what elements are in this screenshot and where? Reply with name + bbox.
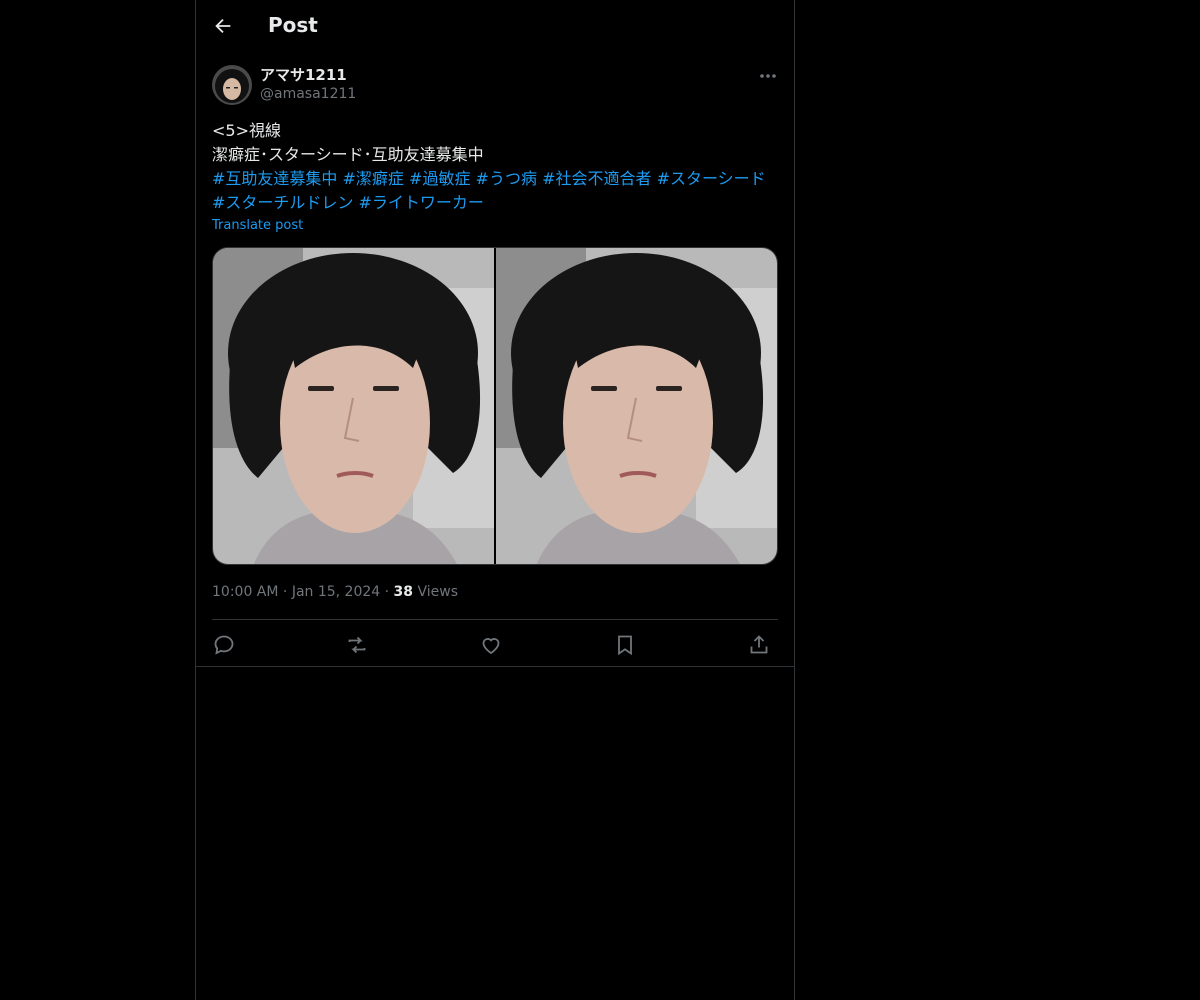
page-title: Post [268, 13, 318, 37]
hashtag-link[interactable]: #社会不適合者 [542, 169, 651, 188]
meta-separator: · [384, 584, 390, 600]
post-photo-1[interactable] [213, 248, 494, 565]
views-label: Views [417, 584, 459, 600]
avatar[interactable] [212, 65, 252, 105]
post-photo-2[interactable] [496, 248, 777, 565]
post-author: アマサ1211 @amasa1211 [212, 64, 778, 108]
post-column: Post アマサ1211 @amasa1211 <5>視線 潔癖症･スターシード… [195, 0, 795, 1000]
share-icon[interactable] [747, 633, 771, 657]
divider [212, 619, 778, 620]
divider [196, 666, 794, 667]
like-icon[interactable] [479, 633, 503, 657]
post-date[interactable]: Jan 15, 2024 [292, 584, 380, 600]
bookmark-icon[interactable] [613, 633, 637, 657]
hashtag-link[interactable]: #スターシード [657, 169, 766, 188]
hashtag-link[interactable]: #潔癖症 [343, 169, 404, 188]
translate-post-link[interactable]: Translate post [212, 218, 303, 233]
reply-icon[interactable] [212, 633, 236, 657]
post-text: <5>視線 潔癖症･スターシード･互助友達募集中 #互助友達募集中 #潔癖症 #… [212, 119, 782, 215]
post-text-line-1: <5>視線 [212, 121, 281, 140]
author-display-name[interactable]: アマサ1211 [260, 64, 347, 85]
action-bar [212, 630, 778, 660]
views-count: 38 [393, 584, 414, 600]
post-time[interactable]: 10:00 AM [212, 584, 278, 600]
hashtag-list: #互助友達募集中 #潔癖症 #過敏症 #うつ病 #社会不適合者 #スターシード … [212, 169, 766, 212]
post-meta: 10:00 AM · Jan 15, 2024 · 38 Views [212, 584, 458, 600]
hashtag-link[interactable]: #スターチルドレン [212, 193, 353, 212]
back-arrow-icon[interactable] [212, 15, 234, 37]
repost-icon[interactable] [345, 633, 369, 657]
hashtag-link[interactable]: #互助友達募集中 [212, 169, 337, 188]
hashtag-link[interactable]: #過敏症 [409, 169, 470, 188]
post-media [212, 247, 778, 565]
post-text-line-2: 潔癖症･スターシード･互助友達募集中 [212, 145, 484, 164]
top-bar: Post [196, 0, 794, 53]
more-options-icon[interactable] [758, 66, 778, 86]
meta-separator: · [282, 584, 288, 600]
hashtag-link[interactable]: #うつ病 [476, 169, 537, 188]
hashtag-link[interactable]: #ライトワーカー [359, 193, 484, 212]
author-handle[interactable]: @amasa1211 [260, 86, 356, 102]
